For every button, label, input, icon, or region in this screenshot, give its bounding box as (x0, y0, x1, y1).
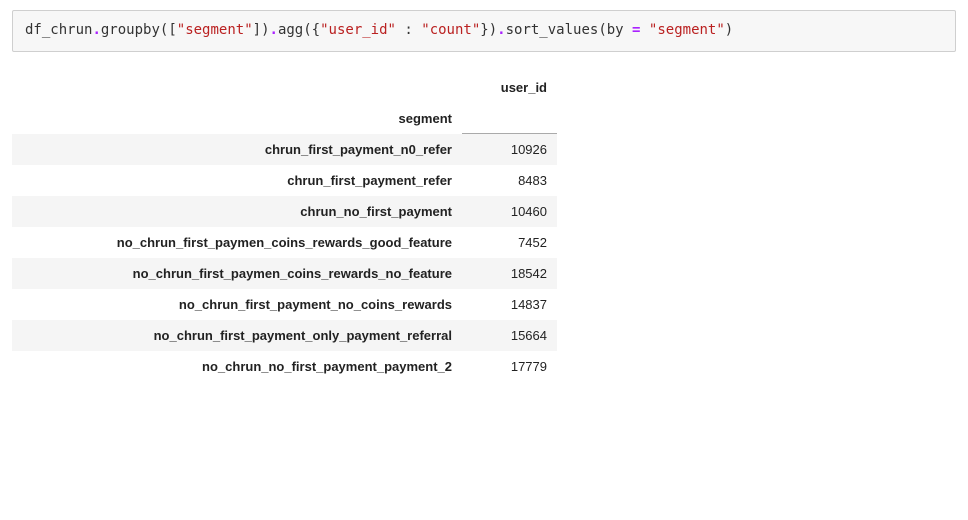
code-token: "count" (421, 22, 480, 38)
code-token: "segment" (177, 22, 253, 38)
code-token (640, 22, 648, 38)
code-token: "user_id" (320, 22, 396, 38)
dataframe-table: user_id segment chrun_first_payment_n0_r… (12, 72, 557, 383)
table-row-value: 14837 (462, 289, 557, 320)
code-token: { (312, 22, 320, 38)
table-row-value: 10926 (462, 134, 557, 166)
table-row: chrun_first_payment_refer 8483 (12, 165, 557, 196)
code-token: [ (168, 22, 176, 38)
table-row: no_chrun_first_payment_only_payment_refe… (12, 320, 557, 351)
table-row-index: no_chrun_first_payment_only_payment_refe… (12, 320, 462, 351)
notebook-container: df_chrun.groupby(["segment"]).agg({"user… (0, 0, 968, 392)
code-token: by (607, 22, 624, 38)
code-token (624, 22, 632, 38)
output-area: user_id segment chrun_first_payment_n0_r… (12, 72, 956, 383)
table-row-value: 15664 (462, 320, 557, 351)
code-token: ) (725, 22, 733, 38)
table-row: no_chrun_first_paymen_coins_rewards_no_f… (12, 258, 557, 289)
table-header-blank (462, 103, 557, 134)
table-row-index: no_chrun_first_paymen_coins_rewards_good… (12, 227, 462, 258)
table-header-userid: user_id (462, 72, 557, 103)
table-row-value: 17779 (462, 351, 557, 382)
table-row: no_chrun_first_payment_no_coins_rewards … (12, 289, 557, 320)
code-token: sort_values (506, 22, 599, 38)
code-token: ( (598, 22, 606, 38)
code-token: ] (253, 22, 261, 38)
table-row-index: chrun_first_payment_refer (12, 165, 462, 196)
table-row-index: chrun_no_first_payment (12, 196, 462, 227)
table-row-index: no_chrun_no_first_payment_payment_2 (12, 351, 462, 382)
table-index-name: segment (12, 103, 462, 134)
code-token: ) (261, 22, 269, 38)
code-cell: df_chrun.groupby(["segment"]).agg({"user… (12, 10, 956, 52)
table-row-index: no_chrun_first_paymen_coins_rewards_no_f… (12, 258, 462, 289)
code-token: } (480, 22, 488, 38)
code-token: . (497, 22, 505, 38)
code-token: . (270, 22, 278, 38)
code-token: . (92, 22, 100, 38)
table-row-index: chrun_first_payment_n0_refer (12, 134, 462, 166)
code-token: "segment" (649, 22, 725, 38)
table-row-value: 8483 (462, 165, 557, 196)
table-header-blank (12, 72, 462, 103)
table-row-value: 18542 (462, 258, 557, 289)
code-token: : (396, 22, 421, 38)
code-token: groupby (101, 22, 160, 38)
code-token: df_chrun (25, 22, 92, 38)
code-token: ( (303, 22, 311, 38)
table-row: chrun_no_first_payment 10460 (12, 196, 557, 227)
table-index-name-row: segment (12, 103, 557, 134)
table-header-row: user_id (12, 72, 557, 103)
table-row: chrun_first_payment_n0_refer 10926 (12, 134, 557, 166)
table-row-value: 7452 (462, 227, 557, 258)
code-token: ) (489, 22, 497, 38)
table-row: no_chrun_no_first_payment_payment_2 1777… (12, 351, 557, 382)
table-row: no_chrun_first_paymen_coins_rewards_good… (12, 227, 557, 258)
table-row-value: 10460 (462, 196, 557, 227)
table-row-index: no_chrun_first_payment_no_coins_rewards (12, 289, 462, 320)
code-token: agg (278, 22, 303, 38)
